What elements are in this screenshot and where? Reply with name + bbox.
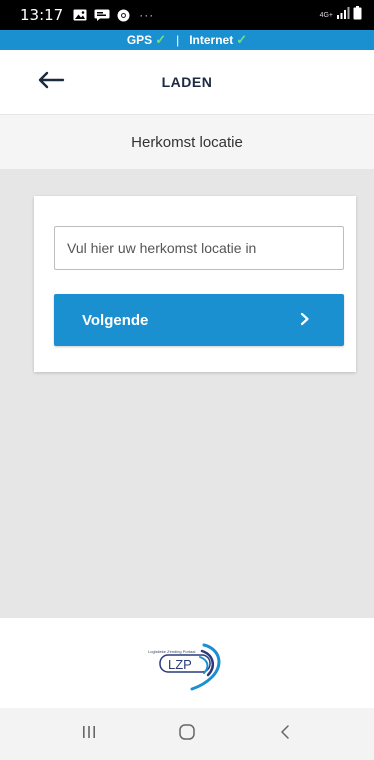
check-icon: ✓ [236, 32, 248, 47]
connection-status-bar: GPS ✓ | Internet ✓ [0, 30, 374, 50]
next-button[interactable]: Volgende [54, 294, 344, 346]
section-title-text: Herkomst locatie [131, 133, 243, 151]
back-icon [279, 724, 291, 745]
home-icon [178, 723, 196, 746]
battery-icon [353, 5, 362, 25]
gallery-icon [73, 9, 87, 21]
location-input[interactable] [54, 226, 344, 270]
notification-icons: ··· [73, 8, 154, 22]
gps-status: GPS ✓ [127, 32, 166, 48]
status-separator: | [176, 33, 180, 47]
lzp-logo: Logistieke Zending Portaal LZP [144, 631, 230, 695]
logo-tagline: Logistieke Zending Portaal [148, 649, 195, 654]
next-button-label: Volgende [82, 311, 149, 329]
home-button[interactable] [162, 714, 212, 754]
app-header: LADEN [0, 50, 374, 114]
content-area: Volgende [0, 170, 374, 618]
chevron-right-icon [300, 312, 310, 329]
section-title: Herkomst locatie [0, 114, 374, 170]
recent-apps-icon [81, 725, 97, 744]
recent-apps-button[interactable] [64, 714, 114, 754]
footer: Logistieke Zending Portaal LZP [0, 618, 374, 708]
back-button[interactable] [34, 68, 68, 96]
check-icon: ✓ [155, 32, 167, 47]
internet-status: Internet ✓ [189, 32, 247, 48]
status-bar: 13:17 ··· 4G+ [0, 0, 374, 30]
system-back-button[interactable] [260, 714, 310, 754]
signal-icon [336, 6, 350, 24]
status-time: 13:17 [20, 6, 64, 24]
message-icon [94, 9, 110, 21]
location-card: Volgende [34, 196, 356, 372]
logo-text: LZP [168, 657, 192, 672]
navigation-bar [0, 708, 374, 760]
system-icons: 4G+ [319, 5, 362, 25]
more-notifications: ··· [139, 8, 155, 22]
chrome-icon [117, 9, 130, 22]
page-title: LADEN [161, 74, 213, 90]
arrow-left-icon [37, 71, 65, 94]
network-type: 4G+ [319, 11, 333, 19]
gps-label: GPS [126, 33, 153, 47]
internet-label: Internet [189, 33, 234, 47]
